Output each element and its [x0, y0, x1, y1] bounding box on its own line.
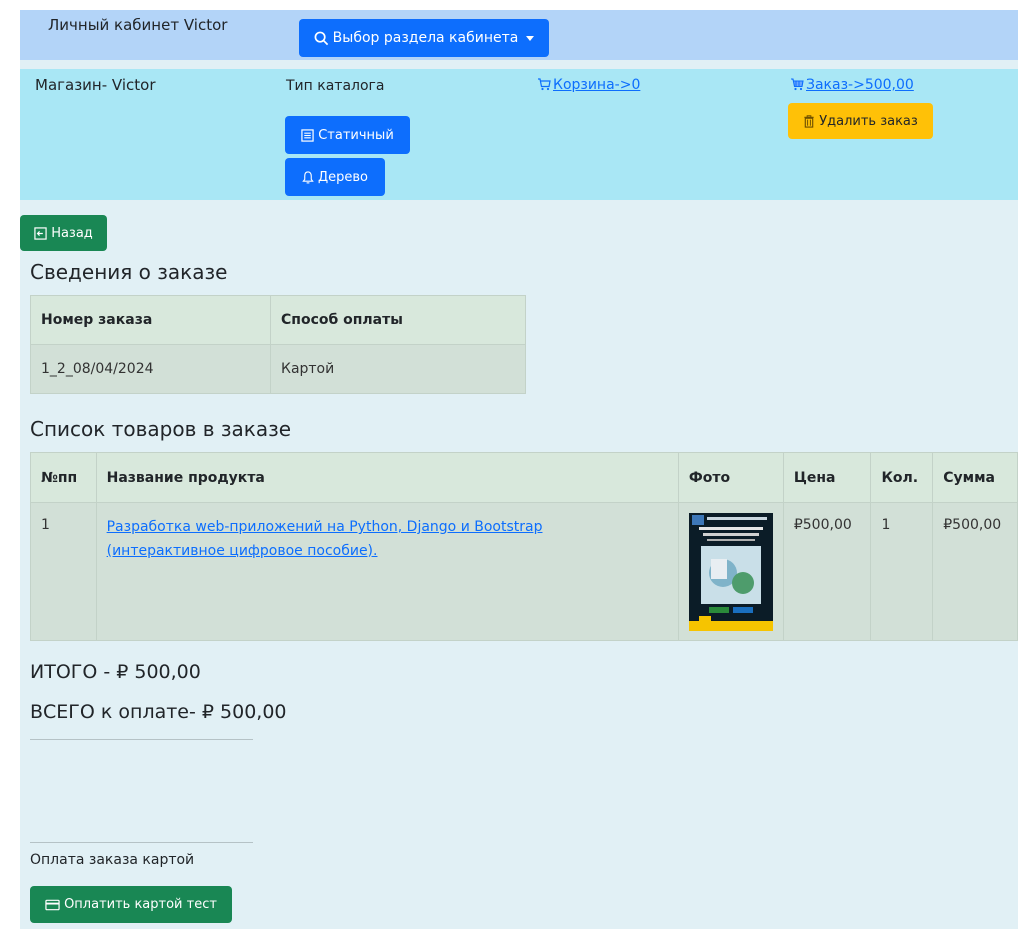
credit-card-icon [45, 899, 60, 911]
trash-icon [803, 114, 815, 128]
product-name-cell: Разработка web-приложений на Python, Dja… [95, 502, 679, 641]
delete-order-button[interactable]: Удалить заказ [788, 103, 933, 139]
payment-caption: Оплата заказа картой [30, 852, 195, 868]
catalog-type-label: Тип каталога [286, 78, 385, 94]
search-icon [314, 31, 329, 46]
static-catalog-button[interactable]: Статичный [285, 116, 410, 154]
product-sum: ₽500,00 [932, 502, 1018, 641]
vsego-total: ВСЕГО к оплате- ₽ 500,00 [30, 701, 287, 723]
list-icon [301, 128, 314, 142]
row-num: 1 [30, 502, 97, 641]
products-table: №пп Название продукта Фото Цена Кол. Сум… [30, 452, 1018, 641]
col-num-header: №пп [30, 452, 97, 503]
divider [30, 842, 253, 843]
col-name-header: Название продукта [95, 452, 679, 503]
product-name-link[interactable]: Разработка web-приложений на Python, Dja… [107, 515, 652, 563]
itogo-total: ИТОГО - ₽ 500,00 [30, 661, 201, 683]
order-info-table: Номер заказа Способ оплаты 1_2_08/04/202… [30, 295, 526, 394]
bell-icon [302, 170, 314, 184]
product-photo[interactable] [688, 513, 773, 631]
section-select-label: Выбор раздела кабинета [332, 30, 519, 46]
static-catalog-label: Статичный [318, 127, 394, 143]
order-number-value: 1_2_08/04/2024 [30, 344, 271, 394]
section-select-button[interactable]: Выбор раздела кабинета [299, 19, 549, 57]
payment-method-header: Способ оплаты [270, 295, 526, 345]
cabinet-title: Личный кабинет Victor [48, 16, 228, 34]
back-label: Назад [51, 225, 93, 241]
payment-method-value: Картой [270, 344, 526, 394]
cart-link[interactable]: Корзина->0 [537, 77, 640, 95]
back-arrow-icon [34, 226, 47, 240]
chevron-down-icon [526, 35, 535, 41]
tree-catalog-label: Дерево [317, 169, 369, 185]
cart-icon [537, 77, 551, 95]
order-link-label: Заказ->500,00 [806, 77, 914, 93]
order-number-header: Номер заказа [30, 295, 271, 345]
pay-by-card-label: Оплатить картой тест [64, 897, 217, 912]
shop-name: Магазин- Victor [35, 76, 156, 94]
col-photo-header: Фото [677, 452, 784, 503]
product-photo-cell [677, 502, 784, 641]
back-button[interactable]: Назад [20, 215, 107, 251]
pay-by-card-button[interactable]: Оплатить картой тест [30, 886, 232, 923]
product-price: ₽500,00 [782, 502, 872, 641]
col-price-header: Цена [782, 452, 872, 503]
divider [30, 739, 253, 740]
col-qty-header: Кол. [870, 452, 934, 503]
delete-order-label: Удалить заказ [819, 113, 918, 129]
products-heading: Список товаров в заказе [30, 417, 292, 441]
tree-catalog-button[interactable]: Дерево [285, 158, 385, 196]
product-qty: 1 [870, 502, 934, 641]
basket-icon [790, 77, 804, 95]
order-info-heading: Сведения о заказе [30, 260, 228, 284]
order-link[interactable]: Заказ->500,00 [790, 77, 914, 95]
cart-link-label: Корзина->0 [553, 77, 641, 93]
table-row: 1 Разработка web-приложений на Python, D… [30, 502, 1018, 641]
col-sum-header: Сумма [932, 452, 1018, 503]
